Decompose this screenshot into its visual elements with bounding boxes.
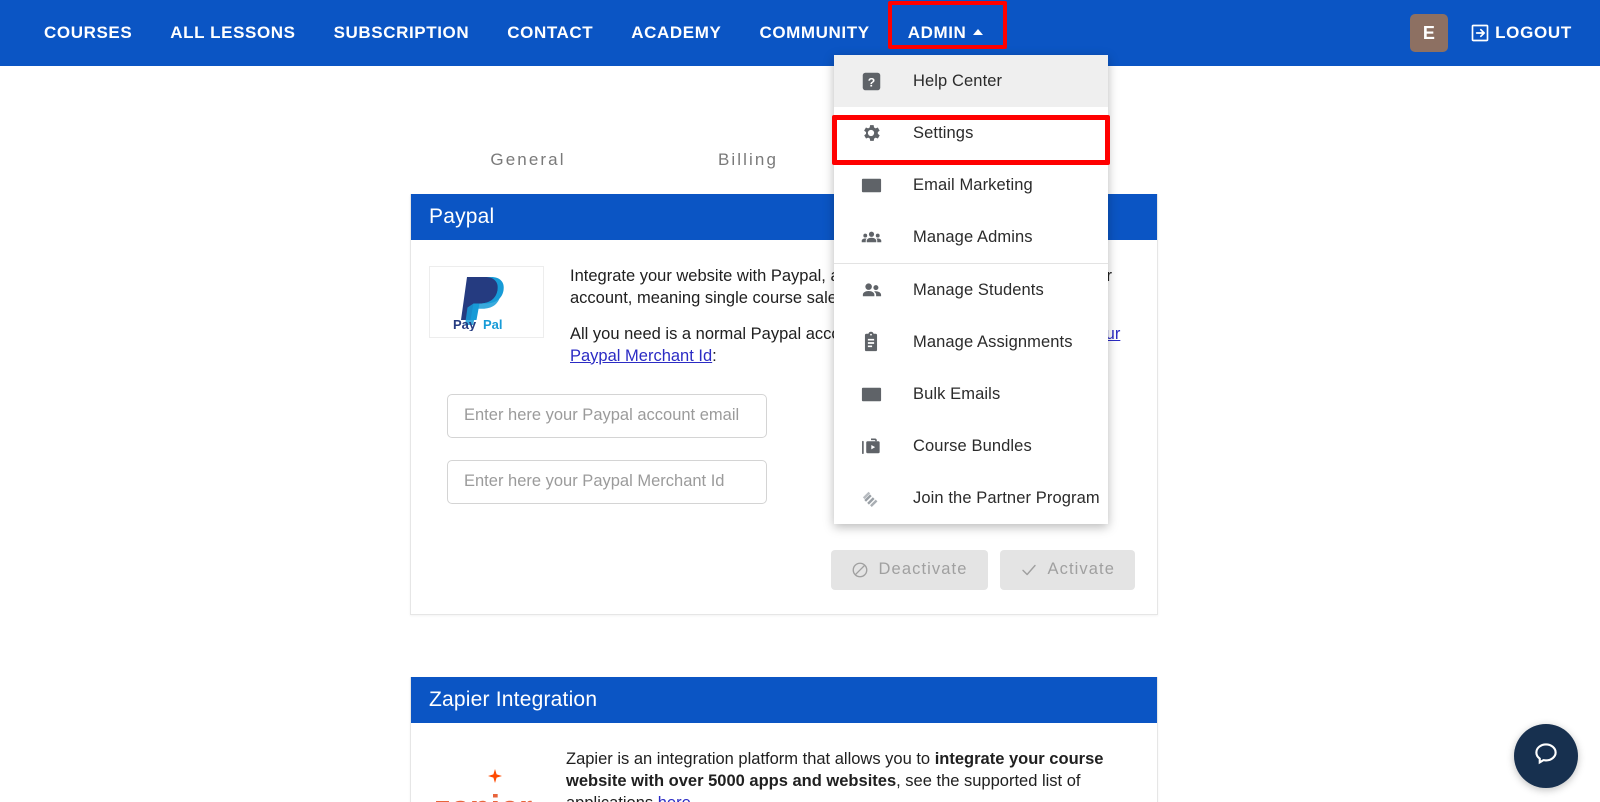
menu-item-email-marketing[interactable]: Email Marketing [834,159,1108,211]
menu-item-join-partner-program[interactable]: Join the Partner Program [834,472,1108,524]
nav-item-community[interactable]: COMMUNITY [745,17,883,49]
svg-text:Pal: Pal [483,317,503,331]
admin-dropdown-menu: ? Help Center Settings Email Marketing M… [834,55,1108,524]
briefcase-play-icon [856,431,886,461]
menu-item-manage-admins-label: Manage Admins [913,227,1033,246]
paypal-email-input[interactable] [447,393,767,438]
paypal-card-actions: Deactivate Activate [411,549,1157,614]
menu-item-manage-assignments[interactable]: Manage Assignments [834,316,1108,368]
svg-text:zapier: zapier [434,789,532,802]
menu-item-help-center[interactable]: ? Help Center [834,55,1108,107]
zapier-description: Zapier is an integration platform that a… [566,749,1135,802]
menu-item-bulk-emails[interactable]: Bulk Emails [834,368,1108,420]
deactivate-button[interactable]: Deactivate [830,549,988,590]
gear-icon [856,118,886,148]
group-admins-icon [856,222,886,252]
paypal-logo: Pay Pal [429,266,544,338]
nav-item-academy[interactable]: ACADEMY [617,17,735,49]
envelope-icon [856,170,886,200]
zapier-logo: zapier [429,749,554,802]
zapier-text-before: Zapier is an integration platform that a… [566,749,935,768]
chat-bubble-icon [1531,739,1561,774]
tab-general[interactable]: General [418,150,638,194]
tab-billing[interactable]: Billing [638,150,858,194]
help-chat-button[interactable] [1514,724,1578,788]
nav-admin-wrapper: ADMIN [887,1,1008,49]
activate-button[interactable]: Activate [999,549,1135,590]
svg-text:?: ? [867,75,874,89]
svg-text:Pay: Pay [453,317,477,331]
menu-item-settings-label: Settings [913,123,974,142]
nav-links-group: COURSES ALL LESSONS SUBSCRIPTION CONTACT… [0,1,1008,49]
zapier-here-link[interactable]: here [658,794,691,802]
menu-item-course-bundles-label: Course Bundles [913,436,1032,455]
menu-item-manage-students-label: Manage Students [913,280,1044,299]
help-icon: ? [856,66,886,96]
logout-label: LOGOUT [1495,23,1572,42]
group-students-icon [856,275,886,305]
zapier-card-title: Zapier Integration [411,676,1157,723]
paypal-paragraph-2-suffix: : [712,346,717,365]
envelope-icon [856,379,886,409]
nav-item-admin-label: ADMIN [907,23,967,42]
menu-item-course-bundles[interactable]: Course Bundles [834,420,1108,472]
menu-item-manage-assignments-label: Manage Assignments [913,332,1073,351]
chevron-up-icon [973,29,984,35]
menu-item-manage-admins[interactable]: Manage Admins [834,211,1108,263]
logout-button[interactable]: LOGOUT [1470,23,1572,43]
main-content: General Billing Integrations Paypal Pay … [0,66,1600,802]
menu-item-settings[interactable]: Settings [834,107,1108,159]
paypal-merchant-id-input[interactable] [447,459,767,504]
menu-item-bulk-emails-label: Bulk Emails [913,384,1001,403]
paypal-paragraph-2-text: All you need is a normal Paypal account, [570,324,873,343]
ban-icon [851,561,869,579]
check-icon [1020,561,1038,579]
deactivate-label: Deactivate [878,560,968,579]
zapier-text-after: . [691,794,696,802]
nav-item-all-lessons[interactable]: ALL LESSONS [156,17,309,49]
avatar[interactable]: E [1410,14,1449,52]
page-root: COURSES ALL LESSONS SUBSCRIPTION CONTACT… [0,0,1600,802]
menu-item-help-center-label: Help Center [913,71,1003,90]
zapier-card-body: zapier Zapier is an integration platform… [411,723,1157,802]
top-navigation-bar: COURSES ALL LESSONS SUBSCRIPTION CONTACT… [0,0,1600,66]
zapier-info-row: zapier Zapier is an integration platform… [429,749,1135,802]
menu-item-join-partner-program-label: Join the Partner Program [913,488,1100,507]
nav-right-group: E LOGOUT [1410,14,1600,52]
clipboard-icon [856,327,886,357]
nav-item-subscription[interactable]: SUBSCRIPTION [320,17,484,49]
logout-icon [1470,23,1490,43]
zapier-integration-card: Zapier Integration zapier Zapier is an i… [410,676,1158,802]
nav-item-contact[interactable]: CONTACT [493,17,607,49]
menu-item-email-marketing-label: Email Marketing [913,175,1033,194]
nav-item-admin[interactable]: ADMIN [894,17,998,49]
handshake-icon [856,483,886,513]
menu-item-manage-students[interactable]: Manage Students [834,264,1108,316]
activate-label: Activate [1047,560,1115,579]
nav-item-courses[interactable]: COURSES [30,17,146,49]
